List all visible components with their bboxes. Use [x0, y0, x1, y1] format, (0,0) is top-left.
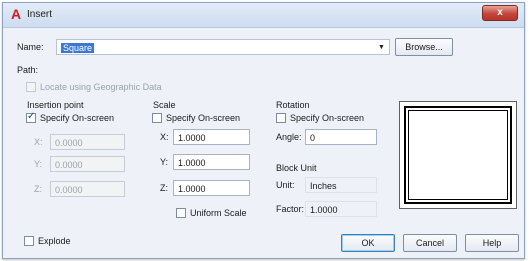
- preview-inner-square: [408, 110, 508, 200]
- insertion-specify-checkbox[interactable]: [26, 111, 36, 123]
- autocad-a-icon: A: [11, 6, 22, 22]
- insertion-x-field[interactable]: 0.0000: [50, 134, 125, 150]
- angle-field[interactable]: 0: [305, 129, 377, 145]
- scale-y-field[interactable]: 1.0000: [173, 154, 250, 170]
- title-bar: A Insert x: [3, 3, 524, 28]
- name-combobox[interactable]: Square: [56, 39, 390, 55]
- insertion-z-field[interactable]: 0.0000: [50, 181, 125, 197]
- angle-label: Angle:: [276, 132, 302, 142]
- scale-z-label: Z:: [160, 183, 168, 193]
- browse-button[interactable]: Browse...: [395, 38, 453, 56]
- insert-dialog: A Insert x Name: Square ▼ Browse... Path…: [2, 2, 525, 259]
- insertion-x-label: X:: [34, 137, 43, 147]
- scale-y-label: Y:: [160, 157, 169, 167]
- cancel-button[interactable]: Cancel: [403, 234, 457, 252]
- insertion-z-label: Z:: [34, 184, 42, 194]
- block-unit-heading: Block Unit: [276, 163, 317, 173]
- help-button[interactable]: Help: [465, 234, 519, 252]
- block-preview: [399, 101, 517, 209]
- insertion-y-label: Y:: [34, 159, 43, 169]
- rotation-specify-checkbox[interactable]: [276, 113, 286, 123]
- explode-label: Explode: [38, 236, 71, 246]
- window-title: Insert: [27, 9, 53, 20]
- unit-label: Unit:: [276, 180, 295, 190]
- unit-value: Inches: [305, 177, 377, 193]
- factor-label: Factor:: [276, 204, 305, 214]
- scale-specify-checkbox[interactable]: [152, 113, 162, 123]
- scale-heading: Scale: [153, 100, 176, 110]
- chevron-down-icon[interactable]: ▼: [378, 44, 385, 51]
- ok-button[interactable]: OK: [341, 234, 395, 252]
- name-value: Square: [61, 43, 95, 53]
- close-button[interactable]: x: [482, 5, 518, 21]
- scale-z-field[interactable]: 1.0000: [173, 180, 250, 196]
- insertion-y-field[interactable]: 0.0000: [50, 156, 125, 172]
- geographic-data-label: Locate using Geographic Data: [40, 82, 162, 92]
- insertion-point-heading: Insertion point: [27, 100, 84, 110]
- factor-value: 1.0000: [305, 201, 377, 217]
- rotation-specify-label: Specify On-screen: [290, 113, 365, 123]
- uniform-scale-label: Uniform Scale: [190, 208, 247, 218]
- scale-x-label: X:: [160, 132, 169, 142]
- insertion-specify-label: Specify On-screen: [40, 113, 115, 123]
- explode-checkbox[interactable]: [24, 236, 34, 246]
- path-label: Path:: [17, 65, 39, 75]
- scale-specify-label: Specify On-screen: [166, 113, 241, 123]
- rotation-heading: Rotation: [276, 100, 310, 110]
- geographic-data-checkbox[interactable]: [26, 82, 36, 92]
- name-label: Name:: [17, 42, 44, 52]
- scale-x-field[interactable]: 1.0000: [173, 129, 250, 145]
- uniform-scale-checkbox[interactable]: [176, 208, 186, 218]
